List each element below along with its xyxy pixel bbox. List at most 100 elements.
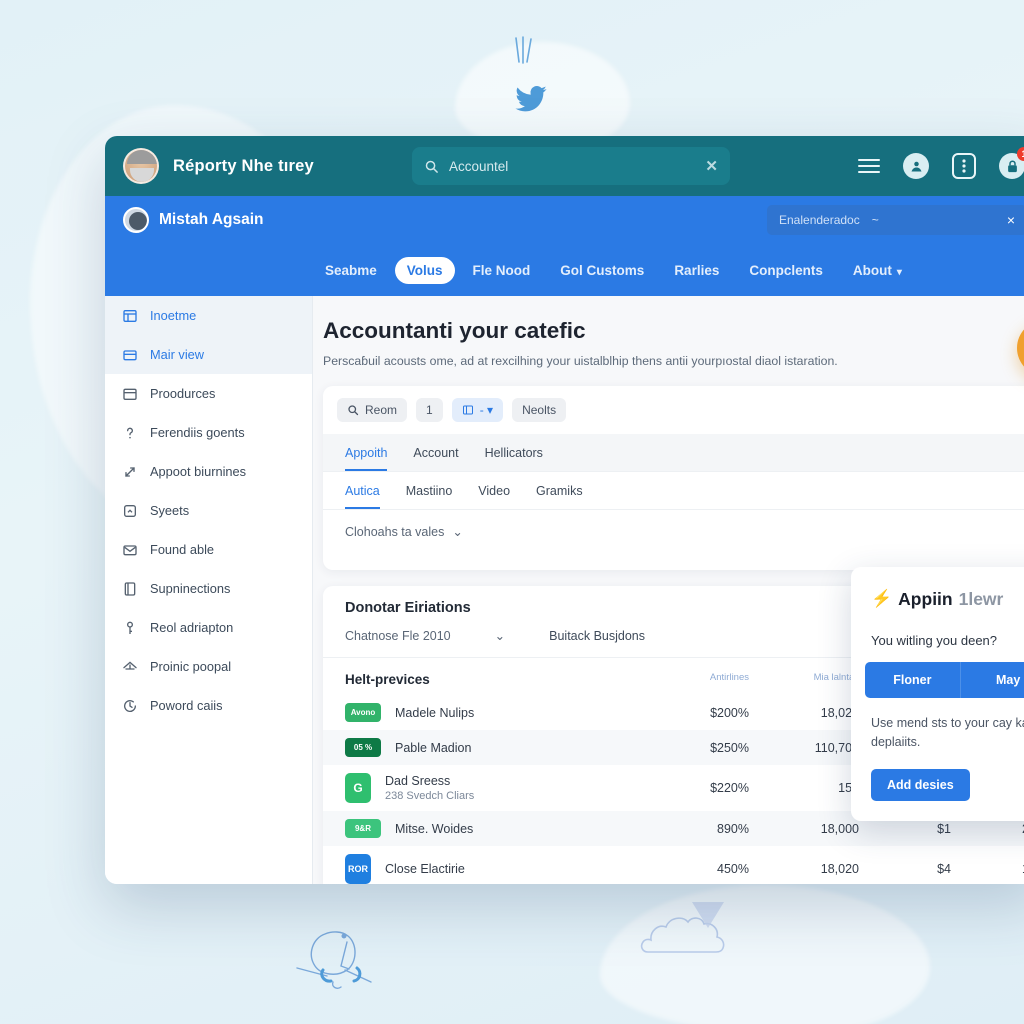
tab-about[interactable]: About ▾: [841, 257, 914, 284]
page-subtitle: Perscaɓuil acousts ome, ad at rexcilhing…: [323, 354, 838, 368]
subtab-label: Appoith: [345, 446, 388, 460]
column-header-mia-lalntas[interactable]: Mia lalntas: [749, 672, 859, 684]
sidebar-item-label: Reol adriapton: [150, 620, 234, 635]
search-icon: [424, 159, 439, 174]
row-tag: ROR: [345, 854, 371, 884]
row-value-4: 2: [951, 822, 1024, 836]
chip-label: - ▾: [479, 403, 494, 417]
row-value-3: $1: [937, 821, 951, 836]
chip-layout[interactable]: - ▾: [451, 398, 504, 422]
sidebar-item-found-able[interactable]: Found able: [105, 530, 312, 569]
chip-reom[interactable]: Reom: [337, 398, 408, 422]
main-content: » Accountanti your catefic Perscaɓuil ac…: [313, 296, 1024, 884]
subtab-label: Autica: [345, 484, 380, 498]
segment-floner[interactable]: Floner: [865, 662, 961, 698]
bolt-icon: ⚡: [871, 589, 893, 608]
popover-logo: ⚡ Appiin 1lewr: [871, 589, 1003, 610]
chip-label: Reom: [365, 403, 398, 417]
row-tag: 9&R: [345, 819, 381, 838]
filter-toolbar: Reom 1 - ▾ Neolts: [323, 386, 1024, 434]
notice-banner[interactable]: Enalenderadoc ~ ×: [767, 205, 1024, 235]
search-icon: [347, 404, 359, 416]
notice-close-icon[interactable]: ×: [1007, 212, 1015, 228]
table-row[interactable]: ROR Close Elactirie 450% 18,020 $4 1: [323, 846, 1024, 884]
tab-volus[interactable]: Volus: [394, 256, 455, 284]
subtab-gramiks[interactable]: Gramiks: [536, 476, 583, 509]
wave-icon: ~: [871, 213, 879, 227]
tab-conpclents[interactable]: Conpclents: [737, 257, 835, 284]
row-value-2: 156: [838, 781, 859, 795]
subtab-autica[interactable]: Autica: [345, 476, 380, 509]
tab-rarlies[interactable]: Rarlies: [662, 257, 731, 284]
row-value-1: $250%: [710, 740, 749, 755]
tab-label: About: [852, 262, 892, 278]
popover-segmented-control: Floner May Pour i heny Readonial: [865, 662, 1024, 698]
chip-label: 1: [426, 403, 433, 417]
clear-search-icon[interactable]: ✕: [705, 157, 718, 175]
sidebar-item-proinic-poopal[interactable]: Proinic poopal: [105, 647, 312, 686]
sidebar: Inoetme Mair view Proodurces Ferendiis g…: [105, 296, 313, 884]
sidebar-item-label: Appoot biurnines: [150, 464, 247, 479]
tab-seabme[interactable]: Seabme: [313, 257, 389, 284]
sidebar-item-label: Inoetme: [150, 308, 197, 323]
sidebar-item-label: Proodurces: [150, 386, 216, 401]
current-user[interactable]: Mistah Agsain: [123, 207, 264, 233]
row-name: Pable Madion: [395, 740, 472, 755]
subtab-appoith[interactable]: Appoith: [345, 438, 388, 471]
tab-fle-nood[interactable]: Fle Nood: [461, 257, 543, 284]
app-body: Inoetme Mair view Proodurces Ferendiis g…: [105, 296, 1024, 884]
notification-badge: 1: [1017, 147, 1024, 161]
table-title: Helt-previces: [345, 672, 430, 687]
sidebar-item-supninections[interactable]: Supninections: [105, 569, 312, 608]
user-avatar: [123, 207, 149, 233]
user-name: Mistah Agsain: [159, 211, 264, 228]
segment-may[interactable]: May: [960, 662, 1024, 698]
chip-count[interactable]: 1: [416, 398, 443, 422]
info-box-icon[interactable]: [952, 153, 976, 179]
donations-link[interactable]: Buitack Busjdons: [549, 629, 645, 643]
sidebar-item-ferendiis-goents[interactable]: Ferendiis goents: [105, 413, 312, 452]
popover-body-text: Use mend sts to your cay kadly cupgment …: [871, 716, 1024, 750]
tab-gol-customs[interactable]: Gol Customs: [548, 257, 656, 284]
sidebar-item-proodurces[interactable]: Proodurces: [105, 374, 312, 413]
sidebar-item-mair-view[interactable]: Mair view: [105, 335, 312, 374]
sidebar-item-inoetme[interactable]: Inoetme: [105, 296, 312, 335]
subtab-account[interactable]: Account: [413, 438, 458, 471]
donations-select[interactable]: Chatnose Fle 2010 ⌄: [345, 628, 506, 644]
avatar[interactable]: [123, 148, 159, 184]
chevron-down-icon: ⌄: [494, 629, 506, 643]
sidebar-item-reol-adriapton[interactable]: Reol adriapton: [105, 608, 312, 647]
top-bar: Réporty Nhe tırey Accountel ✕ 1: [105, 136, 1024, 196]
sidebar-item-poword-caiis[interactable]: Poword caiis: [105, 686, 312, 725]
search-input-value[interactable]: Accountel: [449, 159, 695, 174]
sidebar-item-label: Mair view: [150, 347, 205, 362]
sidebar-item-appoot-biurnines[interactable]: Appoot biurnines: [105, 452, 312, 491]
app-title: Réporty Nhe tırey: [173, 156, 314, 175]
account-circle-icon[interactable]: [903, 153, 929, 179]
bookmark-icon: [121, 502, 138, 519]
lock-icon[interactable]: 1: [999, 147, 1024, 179]
speed-lines-icon: [512, 36, 538, 66]
subtab-video[interactable]: Video: [478, 476, 510, 509]
subtab-mastiino[interactable]: Mastiino: [406, 476, 453, 509]
tab-bar: Seabme Volus Fle Nood Gol Customs Rarlie…: [105, 244, 1024, 296]
chevron-down-icon: ▾: [896, 266, 902, 278]
chip-neolts[interactable]: Neolts: [512, 398, 567, 422]
search-field[interactable]: Accountel ✕: [411, 147, 730, 185]
subtab-hellicators[interactable]: Hellicators: [485, 438, 543, 471]
notice-text: Enalenderadoc: [779, 213, 860, 227]
row-tag: 05 %: [345, 738, 381, 757]
popover-cta-button[interactable]: Add desies: [871, 768, 970, 801]
subtab-label: Mastiino: [405, 484, 453, 498]
question-icon: [121, 424, 138, 441]
layout-icon: [462, 404, 474, 416]
menu-icon[interactable]: [858, 155, 880, 177]
sidebar-item-syeets[interactable]: Syeets: [105, 491, 312, 530]
popover-logo-light: 1lewr: [958, 588, 1004, 609]
values-select[interactable]: Clohoahs ta vales ⌄: [323, 510, 1024, 553]
row-value-1: $220%: [710, 781, 749, 795]
dashboard-icon: [121, 307, 138, 324]
column-header-antirlines[interactable]: Antirlines: [653, 672, 749, 684]
sub-tab-bar-primary: Appoith Account Hellicators: [323, 434, 1024, 472]
row-value-2: 18,020: [820, 705, 859, 720]
